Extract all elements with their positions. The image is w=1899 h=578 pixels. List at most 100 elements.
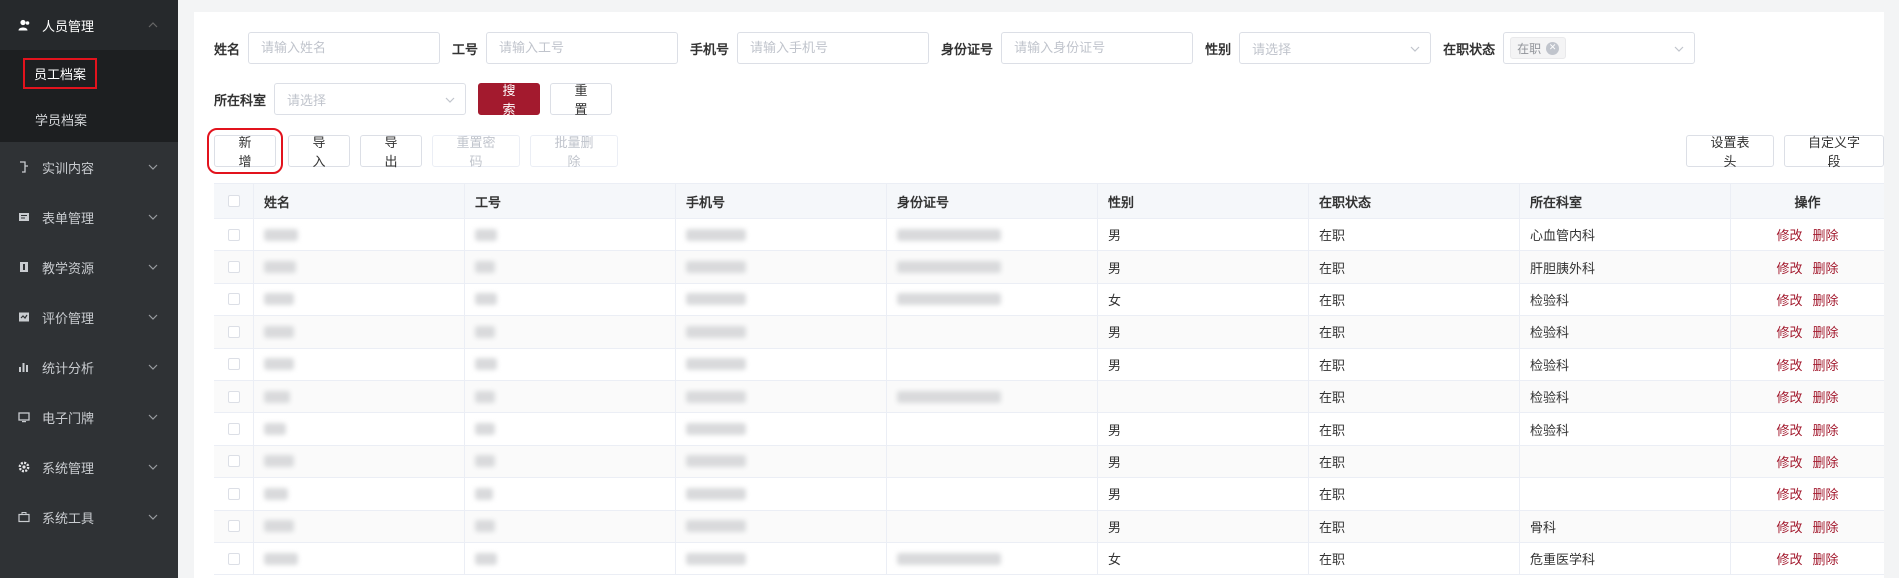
table-header: 姓名 工号 手机号 身份证号 性别 在职状态 所在科室 操作 [214, 184, 1884, 219]
idcard-cell [887, 478, 1098, 510]
menu-statistics[interactable]: 统计分析 [0, 342, 178, 392]
row-checkbox[interactable] [227, 455, 240, 468]
header-dept: 所在科室 [1520, 184, 1731, 218]
delete-link[interactable]: 删除 [1813, 225, 1839, 244]
table-row: 男在职 检验科 修改 删除 [214, 316, 1884, 349]
header-actions: 操作 [1794, 195, 1821, 211]
idcard-cell [887, 445, 1098, 478]
filter-row-2: 所在科室 请选择 搜索 重置 [214, 83, 613, 118]
tag-close-icon[interactable]: ✕ [1546, 41, 1560, 55]
menu-resources[interactable]: 教学资源 [0, 242, 178, 292]
select-all-checkbox[interactable] [227, 195, 240, 207]
toolbar-right: 设置表头 自定义字段 [1686, 135, 1884, 170]
name-input[interactable] [248, 32, 441, 64]
menu-forms[interactable]: 表单管理 [0, 192, 178, 242]
delete-link[interactable]: 删除 [1813, 258, 1839, 277]
edit-link[interactable]: 修改 [1776, 420, 1802, 439]
table-row: 男在职 修改 删除 [214, 445, 1884, 479]
row-checkbox[interactable] [227, 358, 240, 371]
idcard-label: 身份证号 [941, 42, 994, 58]
delete-link[interactable]: 删除 [1813, 387, 1839, 406]
edit-link[interactable]: 修改 [1776, 549, 1802, 568]
row-checkbox[interactable] [227, 487, 240, 500]
redacted-idcard [897, 261, 1001, 274]
edit-link[interactable]: 修改 [1776, 355, 1802, 374]
menu-personnel[interactable]: 人员管理 [0, 0, 178, 50]
edit-link[interactable]: 修改 [1776, 517, 1802, 536]
edit-link[interactable]: 修改 [1776, 387, 1802, 406]
set-header-button[interactable]: 设置表头 [1686, 135, 1774, 170]
dept-select[interactable]: 请选择 [274, 83, 467, 115]
gender-select[interactable]: 请选择 [1239, 32, 1432, 64]
delete-link[interactable]: 删除 [1813, 420, 1839, 439]
delete-link[interactable]: 删除 [1813, 517, 1839, 536]
reset-button[interactable]: 重置 [550, 83, 613, 118]
header-staff-id: 工号 [465, 184, 676, 218]
actions-cell: 修改 删除 [1731, 316, 1884, 347]
phone-input[interactable] [737, 32, 930, 64]
menu-training[interactable]: 实训内容 [0, 142, 178, 192]
redacted-staff-id [475, 390, 495, 403]
menu-label: 电子门牌 [42, 411, 95, 427]
reset-password-button[interactable]: 重置密码 [432, 135, 520, 170]
menu-evaluation[interactable]: 评价管理 [0, 292, 178, 342]
chevron-down-icon [148, 314, 158, 320]
export-button[interactable]: 导出 [360, 135, 422, 170]
redacted-staff-id [475, 520, 495, 533]
row-checkbox[interactable] [227, 520, 240, 533]
redacted-phone [686, 261, 746, 274]
edit-link[interactable]: 修改 [1776, 322, 1802, 341]
import-button[interactable]: 导入 [288, 135, 350, 170]
toolbar: 新增 导入 导出 重置密码 批量删除 [207, 128, 618, 174]
status-cell: 在职 [1309, 542, 1520, 575]
menu-doorplate[interactable]: 电子门牌 [0, 392, 178, 442]
delete-link[interactable]: 删除 [1813, 290, 1839, 309]
name-cell [254, 380, 465, 413]
redacted-idcard [897, 228, 1001, 241]
name-cell [254, 316, 465, 348]
redacted-idcard [897, 390, 1001, 403]
edit-link[interactable]: 修改 [1776, 452, 1802, 471]
custom-field-button[interactable]: 自定义字段 [1784, 135, 1884, 170]
search-button[interactable]: 搜索 [478, 83, 541, 118]
status-cell: 在职 [1309, 251, 1520, 283]
edit-link[interactable]: 修改 [1776, 290, 1802, 309]
redacted-name [264, 293, 294, 306]
delete-link[interactable]: 删除 [1813, 549, 1839, 568]
table-row: 男在职 骨科 修改 删除 [214, 510, 1884, 543]
phone-cell [676, 445, 887, 478]
redacted-name [264, 423, 286, 436]
row-checkbox[interactable] [227, 390, 240, 403]
batch-delete-button[interactable]: 批量删除 [530, 135, 618, 170]
delete-link[interactable]: 删除 [1813, 322, 1839, 341]
menu-tools[interactable]: 系统工具 [0, 492, 178, 542]
sub-item-label: 员工档案 [23, 57, 98, 89]
sub-item-staff-archive[interactable]: 员工档案 [0, 50, 178, 96]
row-checkbox[interactable] [227, 228, 240, 241]
row-checkbox[interactable] [227, 325, 240, 338]
row-select-cell [214, 510, 254, 542]
edit-link[interactable]: 修改 [1776, 225, 1802, 244]
row-checkbox[interactable] [227, 261, 240, 274]
row-checkbox[interactable] [227, 552, 240, 565]
redacted-phone [686, 228, 746, 241]
chevron-down-icon [148, 264, 158, 270]
add-button[interactable]: 新增 [207, 128, 283, 174]
edit-link[interactable]: 修改 [1776, 258, 1802, 277]
delete-link[interactable]: 删除 [1813, 484, 1839, 503]
staff-id-input[interactable] [486, 32, 679, 64]
actions-cell: 修改 删除 [1731, 284, 1884, 315]
status-cell: 在职 [1309, 413, 1520, 445]
menu-system[interactable]: 系统管理 [0, 442, 178, 492]
delete-link[interactable]: 删除 [1813, 355, 1839, 374]
row-select-cell [214, 219, 254, 251]
row-checkbox[interactable] [227, 293, 240, 306]
actions-cell: 修改 删除 [1731, 543, 1884, 574]
edit-link[interactable]: 修改 [1776, 484, 1802, 503]
delete-link[interactable]: 删除 [1813, 452, 1839, 471]
status-cell: 在职 [1309, 510, 1520, 542]
status-select[interactable]: 在职 ✕ [1503, 32, 1696, 64]
row-checkbox[interactable] [227, 423, 240, 436]
sub-item-student-archive[interactable]: 学员档案 [0, 96, 178, 142]
idcard-input[interactable] [1001, 32, 1194, 64]
